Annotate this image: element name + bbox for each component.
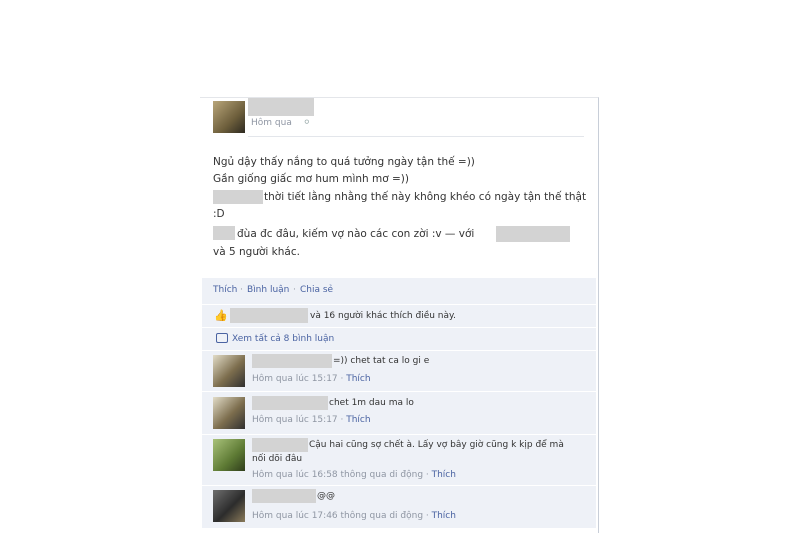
comment-text-cont: nối dõi đâu [252, 454, 303, 464]
commenter-avatar[interactable] [213, 355, 245, 387]
comment: Cậu hai cũng sợ chết à. Lấy vợ bây giờ c… [202, 435, 596, 485]
commenter-name-redacted[interactable] [252, 438, 308, 452]
tagged-name-redacted[interactable] [213, 190, 263, 204]
view-all-comments-row[interactable]: Xem tất cả 8 bình luận [202, 328, 596, 350]
status-line-2: Gần giống giấc mơ hum mình mơ =)) [213, 173, 409, 185]
comment: =)) chet tat ca lo gi e Hôm qua lúc 15:1… [202, 351, 596, 391]
tagged-name-redacted-2[interactable] [213, 226, 235, 240]
commenter-name-redacted[interactable] [252, 489, 316, 503]
with-friend-redacted[interactable] [496, 226, 570, 242]
comment-bubble-icon [216, 333, 228, 343]
comment-text: @@ [317, 491, 335, 501]
commenter-avatar[interactable] [213, 490, 245, 522]
header-divider [248, 136, 584, 137]
comment-like-link[interactable]: Thích [346, 415, 370, 425]
poster-avatar[interactable] [213, 101, 245, 133]
status-line-3: thời tiết lằng nhằng thế này không khéo … [264, 191, 587, 203]
post-time[interactable]: Hôm qua [251, 118, 292, 128]
thumbs-up-icon: 👍 [214, 309, 228, 322]
comment-text: =)) chet tat ca lo gi e [333, 356, 430, 366]
likes-row: 👍 và 16 người khác thích điều này. [202, 305, 596, 327]
share-link[interactable]: Chia sẻ [300, 285, 333, 295]
sep-1: · [240, 285, 243, 295]
comment-text: chet 1m dau ma lo [329, 398, 414, 408]
status-line-1: Ngủ dậy thấy nắng to quá tưởng ngày tận … [213, 156, 475, 168]
commenter-name-redacted[interactable] [252, 354, 332, 368]
globe-icon: ⚪ [303, 118, 311, 128]
comment-meta: Hôm qua lúc 15:17 · Thích [252, 374, 371, 384]
comment-time[interactable]: Hôm qua lúc 16:58 thông qua di động · [252, 470, 432, 480]
commenter-avatar[interactable] [213, 439, 245, 471]
comment-meta: Hôm qua lúc 16:58 thông qua di động · Th… [252, 470, 456, 480]
comment-meta: Hôm qua lúc 17:46 thông qua di động · Th… [252, 511, 456, 521]
actions-bar: Thích · Bình luận · Chia sẻ [202, 278, 596, 304]
comment-text: Cậu hai cũng sợ chết à. Lấy vợ bây giờ c… [309, 440, 564, 450]
comment-meta: Hôm qua lúc 15:17 · Thích [252, 415, 371, 425]
commenter-name-redacted[interactable] [252, 396, 328, 410]
commenter-avatar[interactable] [213, 397, 245, 429]
facebook-post-card: Hôm qua ⚪ Ngủ dậy thấy nắng to quá tưởng… [200, 97, 599, 533]
comment-time[interactable]: Hôm qua lúc 15:17 · [252, 374, 346, 384]
comment-like-link[interactable]: Thích [432, 511, 456, 521]
poster-name-redacted[interactable] [248, 98, 314, 116]
comment: chet 1m dau ma lo Hôm qua lúc 15:17 · Th… [202, 392, 596, 434]
comment-link[interactable]: Bình luận [247, 285, 289, 295]
comment: @@ Hôm qua lúc 17:46 thông qua di động ·… [202, 486, 596, 528]
status-line-5: đùa đc đâu, kiếm vợ nào các con zời :v —… [237, 228, 475, 240]
like-link[interactable]: Thích [213, 285, 237, 295]
view-all-comments-link[interactable]: Xem tất cả 8 bình luận [232, 334, 334, 344]
liker-name-redacted[interactable] [230, 308, 308, 323]
comment-time[interactable]: Hôm qua lúc 15:17 · [252, 415, 346, 425]
with-others-link[interactable]: và 5 người khác. [213, 245, 300, 259]
comment-like-link[interactable]: Thích [346, 374, 370, 384]
comment-time[interactable]: Hôm qua lúc 17:46 thông qua di động · [252, 511, 432, 521]
likes-text[interactable]: và 16 người khác thích điều này. [310, 311, 456, 321]
status-line-4: :D [213, 208, 225, 220]
comment-like-link[interactable]: Thích [432, 470, 456, 480]
sep-2: · [293, 285, 296, 295]
